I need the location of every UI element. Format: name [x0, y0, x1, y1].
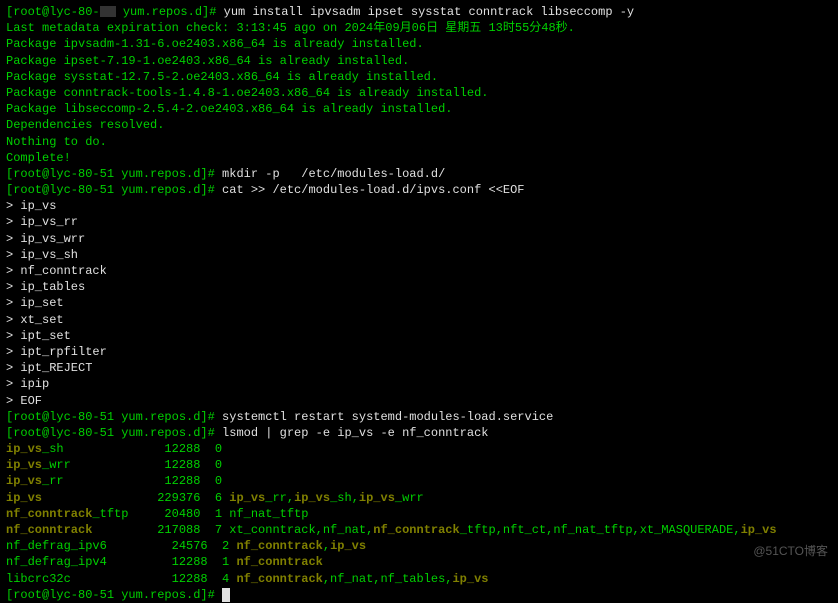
heredoc-line: > ipt_rpfilter [6, 344, 832, 360]
output-line: Package ipvsadm-1.31-6.oe2403.x86_64 is … [6, 36, 832, 52]
lsmod-row: ip_vs_sh 12288 0 [6, 441, 832, 457]
output-line: Nothing to do. [6, 134, 832, 150]
output-line: Package ipset-7.19-1.oe2403.x86_64 is al… [6, 53, 832, 69]
lsmod-row: ip_vs_rr 12288 0 [6, 473, 832, 489]
heredoc-line: > ip_tables [6, 279, 832, 295]
output-line: Package libseccomp-2.5.4-2.oe2403.x86_64… [6, 101, 832, 117]
heredoc-line: > ip_vs_wrr [6, 231, 832, 247]
output-line: Last metadata expiration check: 3:13:45 … [6, 20, 832, 36]
lsmod-row: nf_conntrack 217088 7 xt_conntrack,nf_na… [6, 522, 832, 538]
cmd-line-5: [root@lyc-80-51 yum.repos.d]# lsmod | gr… [6, 425, 832, 441]
cmd-line-2: [root@lyc-80-51 yum.repos.d]# mkdir -p /… [6, 166, 832, 182]
output-line: Dependencies resolved. [6, 117, 832, 133]
lsmod-row: nf_conntrack_tftp 20480 1 nf_nat_tftp [6, 506, 832, 522]
output-line: Package conntrack-tools-1.4.8-1.oe2403.x… [6, 85, 832, 101]
heredoc-line: > nf_conntrack [6, 263, 832, 279]
heredoc-line: > ip_set [6, 295, 832, 311]
cmd-line-3: [root@lyc-80-51 yum.repos.d]# cat >> /et… [6, 182, 832, 198]
watermark: @51CTO博客 [753, 543, 828, 559]
redacted-host [100, 6, 116, 17]
output-line: Complete! [6, 150, 832, 166]
cmd-line-4: [root@lyc-80-51 yum.repos.d]# systemctl … [6, 409, 832, 425]
heredoc-line: > ipip [6, 376, 832, 392]
heredoc-line: > xt_set [6, 312, 832, 328]
lsmod-row: nf_defrag_ipv4 12288 1 nf_conntrack [6, 554, 832, 570]
lsmod-row: nf_defrag_ipv6 24576 2 nf_conntrack,ip_v… [6, 538, 832, 554]
heredoc-line: > ip_vs_rr [6, 214, 832, 230]
heredoc-line: > ipt_set [6, 328, 832, 344]
lsmod-row: libcrc32c 12288 4 nf_conntrack,nf_nat,nf… [6, 571, 832, 587]
heredoc-line: > EOF [6, 393, 832, 409]
heredoc-line: > ip_vs [6, 198, 832, 214]
output-line: Package sysstat-12.7.5-2.oe2403.x86_64 i… [6, 69, 832, 85]
cmd-line-6[interactable]: [root@lyc-80-51 yum.repos.d]# [6, 587, 832, 603]
cursor [222, 588, 230, 602]
terminal-output: [root@lyc-80- yum.repos.d]# yum install … [6, 4, 832, 603]
lsmod-row: ip_vs 229376 6 ip_vs_rr,ip_vs_sh,ip_vs_w… [6, 490, 832, 506]
heredoc-line: > ip_vs_sh [6, 247, 832, 263]
heredoc-line: > ipt_REJECT [6, 360, 832, 376]
cmd-line-1: [root@lyc-80- yum.repos.d]# yum install … [6, 4, 832, 20]
lsmod-row: ip_vs_wrr 12288 0 [6, 457, 832, 473]
